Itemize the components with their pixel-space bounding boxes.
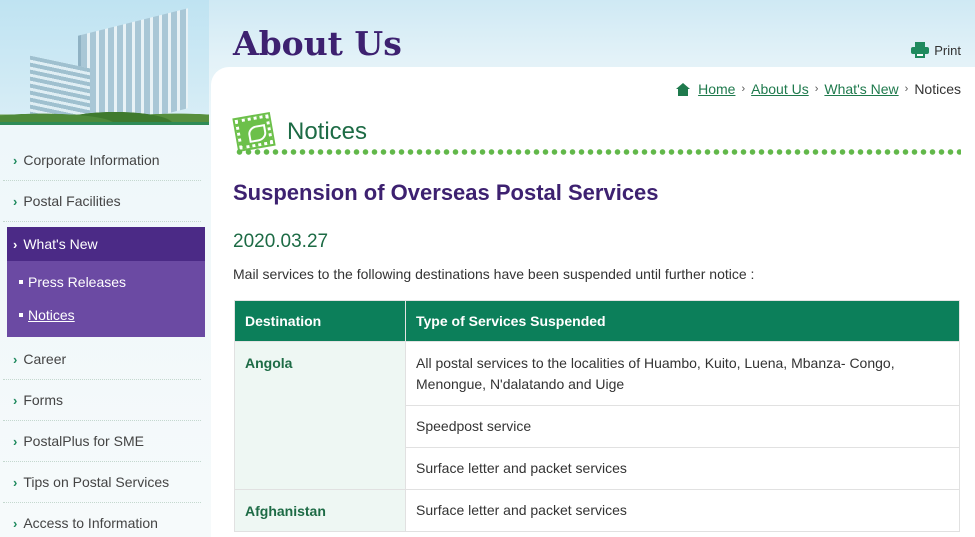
chevron-right-icon: › bbox=[13, 351, 18, 367]
table-row: Angola All postal services to the locali… bbox=[234, 341, 960, 490]
breadcrumb-separator: › bbox=[814, 83, 819, 95]
header-divider bbox=[0, 122, 209, 125]
bullet-icon bbox=[19, 279, 23, 284]
chevron-right-icon: › bbox=[13, 392, 18, 408]
sidebar-item-forms[interactable]: › Forms bbox=[3, 380, 201, 421]
breadcrumb-whats-new-link[interactable]: What's New bbox=[824, 81, 898, 97]
sidebar-item-tips-on-postal-services[interactable]: › Tips on Postal Services bbox=[3, 462, 201, 503]
chevron-right-icon: › bbox=[13, 433, 18, 449]
printer-icon bbox=[911, 42, 930, 58]
service-cell: Speedpost service bbox=[405, 405, 960, 448]
chevron-right-icon: › bbox=[13, 152, 18, 168]
suspended-services-table: Destination Type of Services Suspended A… bbox=[234, 300, 960, 532]
sidebar-item-label: Career bbox=[23, 351, 67, 367]
destination-cell: Angola bbox=[234, 341, 406, 490]
breadcrumb-about-us-link[interactable]: About Us bbox=[751, 81, 809, 97]
breadcrumb-current: Notices bbox=[914, 81, 961, 97]
dotted-divider bbox=[235, 149, 961, 155]
service-cell: All postal services to the localities of… bbox=[405, 341, 960, 406]
sidebar-subitem-notices[interactable]: Notices bbox=[7, 298, 205, 331]
sidebar-item-postal-facilities[interactable]: › Postal Facilities bbox=[3, 181, 201, 222]
breadcrumb-separator: › bbox=[741, 83, 746, 95]
sidebar-subitem-press-releases[interactable]: Press Releases bbox=[7, 265, 205, 298]
sidebar-subitem-label: Notices bbox=[28, 306, 75, 323]
destination-cell: Afghanistan bbox=[234, 489, 406, 532]
service-cell: Surface letter and packet services bbox=[405, 447, 960, 490]
sidebar-item-corporate-information[interactable]: › Corporate Information bbox=[3, 140, 201, 181]
main-content: Home › About Us › What's New › Notices N… bbox=[211, 67, 975, 537]
article-date: 2020.03.27 bbox=[233, 231, 329, 252]
trees-graphic bbox=[0, 100, 209, 124]
sidebar-item-label: Postal Facilities bbox=[23, 193, 121, 209]
article-intro: Mail services to the following destinati… bbox=[233, 266, 755, 282]
sidebar-item-label: Forms bbox=[23, 392, 64, 408]
chevron-right-icon: › bbox=[13, 193, 18, 209]
sidebar-item-postalplus-for-sme[interactable]: › PostalPlus for SME bbox=[3, 421, 201, 462]
sidebar-item-label: Tips on Postal Services bbox=[23, 474, 170, 490]
print-button[interactable]: Print bbox=[911, 42, 961, 58]
column-header-services: Type of Services Suspended bbox=[405, 300, 960, 342]
header-banner-image bbox=[0, 0, 209, 124]
sidebar-item-label: Corporate Information bbox=[23, 152, 160, 168]
stamp-icon bbox=[232, 111, 276, 153]
sidebar-subitem-label: Press Releases bbox=[28, 273, 127, 290]
sidebar-item-access-to-information[interactable]: › Access to Information bbox=[3, 503, 201, 537]
section-header: Notices bbox=[232, 111, 961, 153]
article-title: Suspension of Overseas Postal Services bbox=[233, 180, 659, 205]
breadcrumb-home-link[interactable]: Home bbox=[698, 81, 735, 97]
chevron-right-icon: › bbox=[13, 474, 18, 490]
sidebar-item-career[interactable]: › Career bbox=[3, 339, 201, 380]
chevron-right-icon: › bbox=[13, 236, 18, 252]
print-label: Print bbox=[934, 42, 961, 58]
chevron-right-icon: › bbox=[13, 515, 18, 531]
table-header-row: Destination Type of Services Suspended bbox=[234, 300, 960, 342]
sidebar-item-label: Access to Information bbox=[23, 515, 158, 531]
sidebar-item-label: What's New bbox=[23, 236, 98, 252]
home-icon bbox=[676, 82, 691, 96]
bullet-icon bbox=[19, 312, 23, 317]
table-row: Afghanistan Surface letter and packet se… bbox=[234, 489, 960, 532]
breadcrumb-separator: › bbox=[904, 83, 909, 95]
sidebar-item-label: PostalPlus for SME bbox=[23, 433, 144, 449]
column-header-destination: Destination bbox=[234, 300, 406, 342]
page-title: About Us bbox=[233, 24, 402, 63]
sidebar-nav: › Corporate Information › Postal Facilit… bbox=[3, 140, 209, 537]
sidebar-item-whats-new[interactable]: › What's New bbox=[7, 227, 205, 261]
sidebar-submenu: Press Releases Notices bbox=[7, 261, 205, 337]
breadcrumb: Home › About Us › What's New › Notices bbox=[676, 81, 961, 97]
service-cell: Surface letter and packet services bbox=[405, 489, 960, 532]
section-title: Notices bbox=[287, 118, 368, 145]
